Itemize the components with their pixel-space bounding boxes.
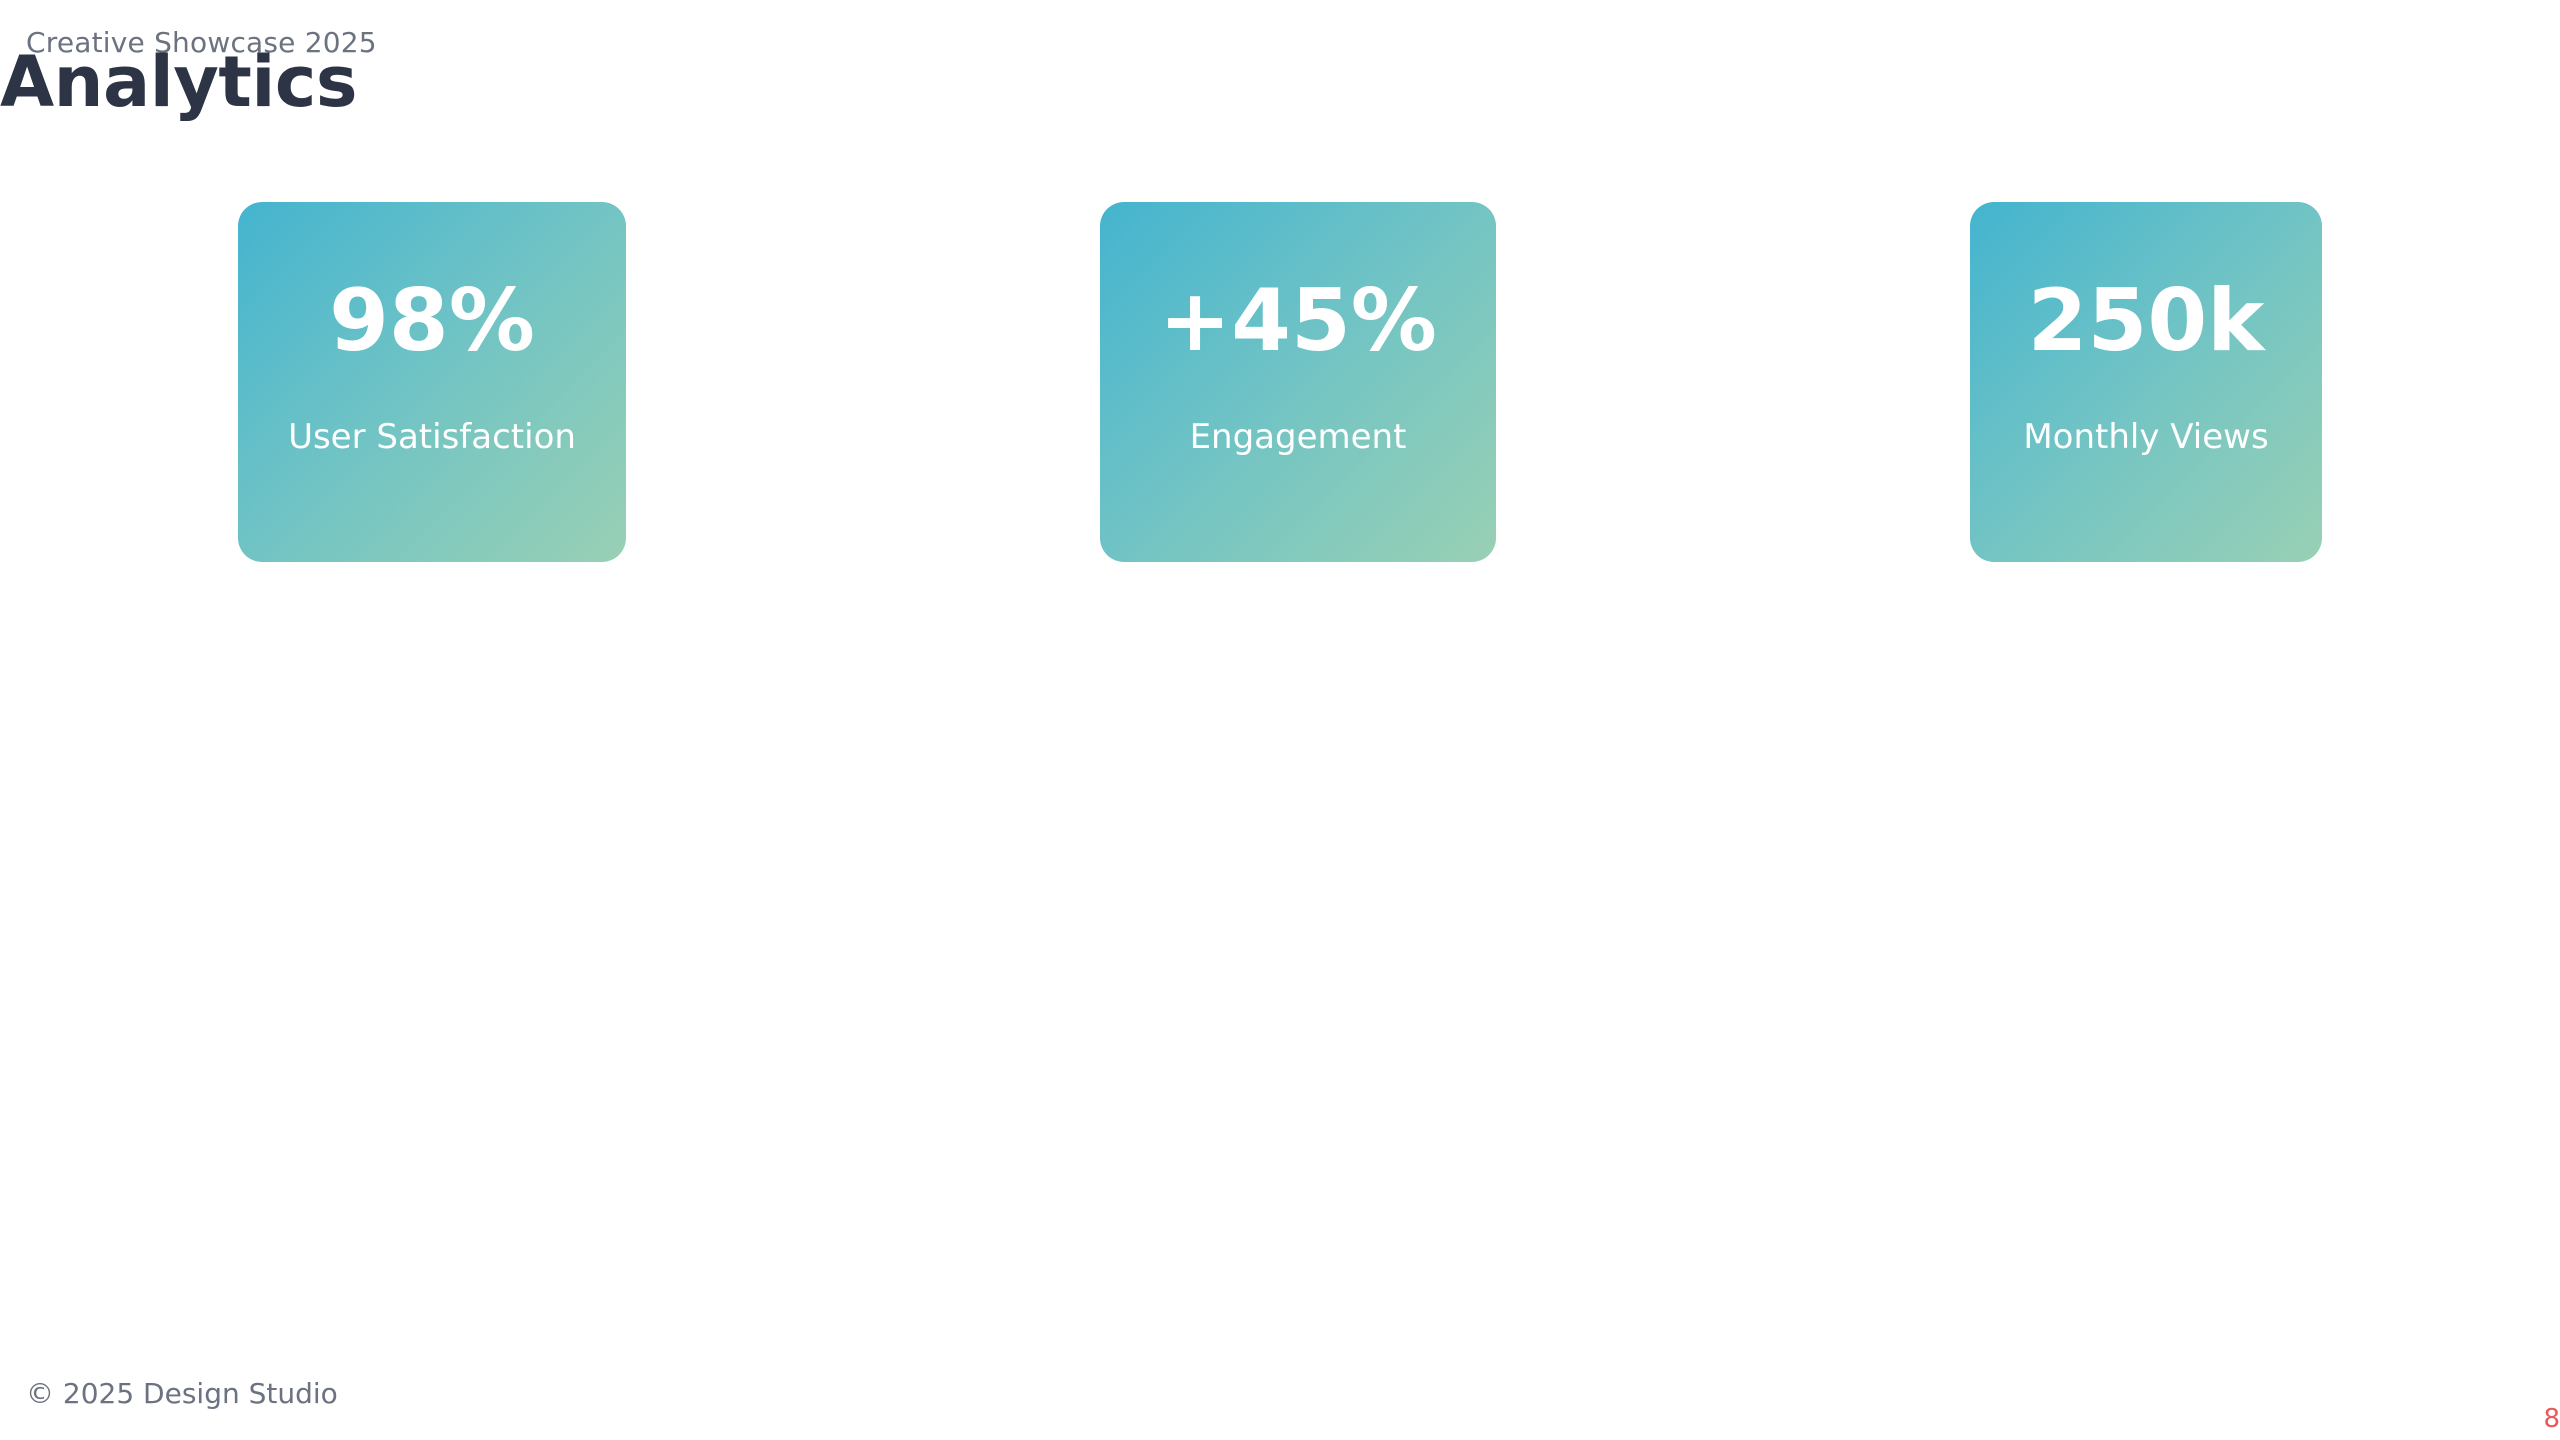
stat-value: 250k (2027, 271, 2265, 371)
stat-value: +45% (1159, 271, 1437, 371)
stat-value: 98% (329, 271, 535, 371)
stat-label: Monthly Views (2023, 417, 2269, 457)
stat-label: User Satisfaction (288, 417, 576, 457)
stat-card-monthly-views: 250k Monthly Views (1970, 202, 2322, 562)
stat-card-user-satisfaction: 98% User Satisfaction (238, 202, 626, 562)
footer-copyright: © 2025 Design Studio (26, 1377, 338, 1410)
stat-card-engagement: +45% Engagement (1100, 202, 1496, 562)
page-title: Analytics (0, 41, 357, 123)
page-number: 8 (2543, 1404, 2560, 1434)
stat-label: Engagement (1189, 417, 1407, 457)
slide: Creative Showcase 2025 Analytics 98% Use… (0, 0, 2560, 1440)
